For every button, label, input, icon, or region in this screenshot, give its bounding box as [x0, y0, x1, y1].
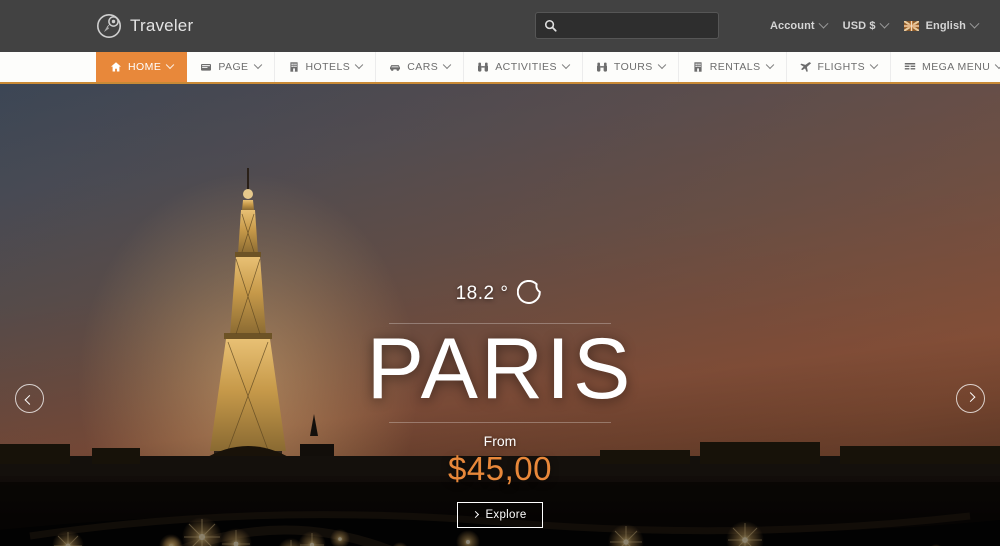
chevron-down-icon [869, 60, 879, 70]
account-menu[interactable]: Account [769, 18, 829, 32]
chevron-down-icon [253, 60, 262, 70]
home-icon [111, 62, 121, 72]
uk-flag-icon [903, 21, 919, 31]
plane-icon [799, 62, 811, 72]
main-navigation: HOME PAGE HOTELS CARS ACTIVITIES TOURS R… [0, 52, 1000, 84]
book-icon [201, 64, 212, 71]
chevron-down-icon [879, 18, 890, 29]
nav-label: MEGA MENU [922, 61, 991, 73]
nav-label: HOTELS [305, 61, 351, 73]
currency-menu-label: USD $ [842, 20, 876, 32]
nav-item-activities[interactable]: ACTIVITIES [464, 52, 583, 82]
chevron-right-icon [472, 511, 480, 519]
search-input[interactable] [564, 19, 710, 32]
nav-item-hotels[interactable]: HOTELS [275, 52, 377, 82]
binoculars-icon [596, 62, 607, 72]
nav-item-mega-menu[interactable]: MEGA MENU [891, 52, 1000, 82]
nav-label: HOME [128, 61, 162, 73]
chevron-down-icon [442, 60, 452, 70]
nav-label: TOURS [613, 61, 653, 73]
divider-bottom [389, 421, 611, 423]
nav-label: RENTALS [709, 61, 761, 73]
nav-item-page[interactable]: PAGE [187, 52, 275, 82]
destination-title: PARIS [366, 321, 634, 417]
carousel-prev-button[interactable] [15, 384, 44, 413]
chevron-down-icon [969, 18, 980, 29]
weather-readout: 18.2 ° [0, 280, 1000, 307]
site-logo[interactable]: Traveler [96, 13, 193, 39]
explore-button[interactable]: Explore [457, 501, 543, 528]
building-icon [694, 62, 702, 72]
compass-pin-icon [97, 14, 121, 38]
language-menu[interactable]: English [903, 18, 980, 32]
account-menu-label: Account [769, 20, 815, 32]
chevron-down-icon [657, 60, 666, 70]
top-header-bar: Traveler Account USD $ English [0, 0, 1000, 52]
chevron-down-icon [765, 60, 774, 70]
list-grid-icon [904, 63, 916, 70]
chevron-down-icon [561, 60, 571, 70]
temperature-value: 18.2 ° [455, 282, 509, 304]
hotel-icon [289, 62, 298, 72]
nav-item-rentals[interactable]: RENTALS [679, 52, 787, 82]
chevron-down-icon [166, 60, 175, 70]
nav-label: CARS [407, 61, 439, 73]
binoculars-icon [478, 62, 489, 72]
hero-slider: 18.2 ° PARIS From $45,00 Explore [0, 84, 1000, 546]
nav-label: ACTIVITIES [495, 61, 557, 73]
chevron-right-icon [965, 392, 976, 403]
currency-menu[interactable]: USD $ [842, 18, 890, 32]
price-value: $45,00 [448, 449, 552, 487]
chevron-down-icon [818, 18, 829, 29]
nav-label: FLIGHTS [817, 61, 866, 73]
chevron-left-icon [24, 394, 35, 405]
price-prefix-label: From [483, 432, 517, 449]
carousel-next-button[interactable] [956, 384, 985, 413]
nav-item-home[interactable]: HOME [96, 52, 188, 82]
car-icon [390, 65, 401, 71]
search-icon [544, 19, 557, 32]
chevron-down-icon [354, 60, 364, 70]
hero-slide-content: 18.2 ° PARIS From $45,00 Explore [0, 280, 1000, 528]
header-utilities: Account USD $ English [769, 0, 980, 52]
nav-label: PAGE [218, 61, 249, 73]
language-menu-label: English [925, 20, 966, 32]
nav-item-cars[interactable]: CARS [376, 52, 465, 82]
crescent-moon-icon [517, 280, 542, 304]
nav-item-flights[interactable]: FLIGHTS [787, 52, 892, 82]
chevron-down-icon [995, 60, 1000, 70]
search-box[interactable] [535, 12, 719, 39]
nav-item-tours[interactable]: TOURS [583, 52, 679, 82]
logo-text: Traveler [130, 16, 194, 35]
explore-button-label: Explore [485, 508, 527, 521]
